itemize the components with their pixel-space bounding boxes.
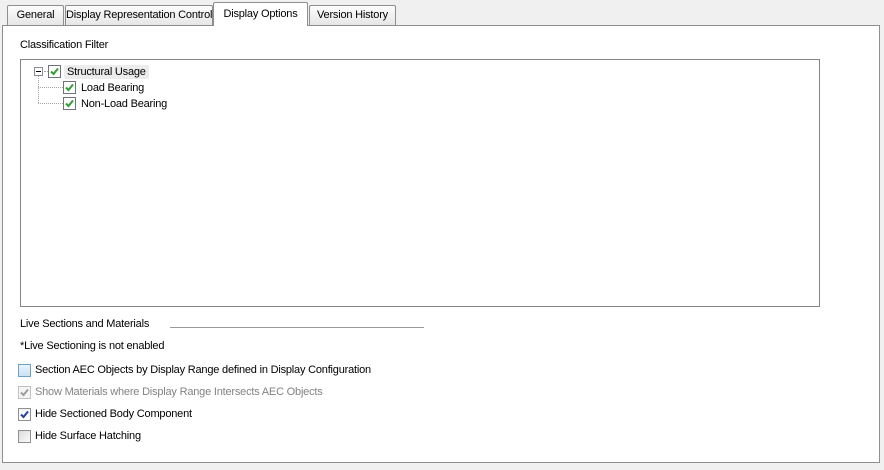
checkbox-hide-surface-hatching[interactable] <box>18 430 31 443</box>
tree-connector <box>38 87 63 88</box>
check-icon <box>65 83 74 92</box>
tab-display-options[interactable]: Display Options <box>213 2 308 26</box>
tree-item-load-bearing[interactable]: Load Bearing <box>21 81 819 95</box>
tree-connector <box>38 103 63 104</box>
tree-item-label: Structural Usage <box>64 65 149 79</box>
classification-filter-tree: Structural Usage Load Bearing Non-Load B… <box>20 59 820 307</box>
tab-general[interactable]: General <box>7 5 64 25</box>
option-label: Show Materials where Display Range Inter… <box>35 386 323 398</box>
display-properties-dialog: General Display Representation Control D… <box>0 0 884 470</box>
checkbox-show-materials <box>18 386 31 399</box>
checkbox-structural-usage[interactable] <box>48 65 61 78</box>
section-divider <box>170 327 424 328</box>
tab-display-representation-control[interactable]: Display Representation Control <box>65 5 213 25</box>
check-icon <box>20 410 29 419</box>
option-label: Hide Sectioned Body Component <box>35 408 192 420</box>
tree-item-label: Load Bearing <box>81 82 145 94</box>
check-icon <box>65 99 74 108</box>
checkbox-non-load-bearing[interactable] <box>63 97 76 110</box>
check-icon <box>20 388 29 397</box>
checkbox-section-aec-objects[interactable] <box>18 364 31 377</box>
tree-item-non-load-bearing[interactable]: Non-Load Bearing <box>21 97 819 111</box>
checkbox-load-bearing[interactable] <box>63 81 76 94</box>
classification-filter-label: Classification Filter <box>20 39 109 51</box>
tab-version-history[interactable]: Version History <box>309 5 396 25</box>
tree-item-structural-usage[interactable]: Structural Usage <box>21 65 819 79</box>
check-icon <box>50 67 59 76</box>
live-sections-label: Live Sections and Materials <box>20 318 150 330</box>
tree-item-label: Non-Load Bearing <box>81 98 168 110</box>
collapse-toggle-minus-icon[interactable] <box>34 67 43 76</box>
checkbox-hide-sectioned-body[interactable] <box>18 408 31 421</box>
option-label: Hide Surface Hatching <box>35 430 141 442</box>
live-sectioning-status-note: *Live Sectioning is not enabled <box>20 340 165 352</box>
option-label: Section AEC Objects by Display Range def… <box>35 364 371 376</box>
